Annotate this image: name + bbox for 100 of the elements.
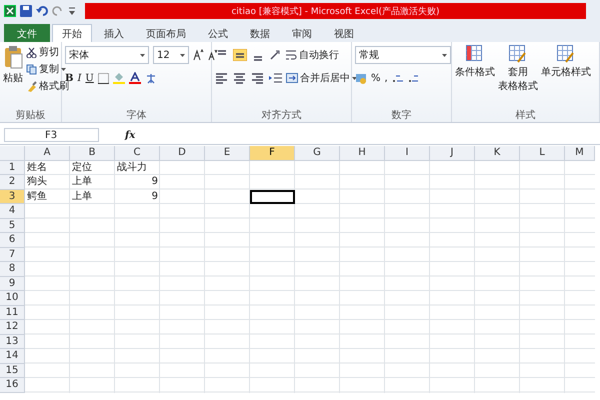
- font-size-field[interactable]: 12: [153, 46, 189, 64]
- ribbon-tab[interactable]: 插入: [94, 24, 134, 42]
- row-header[interactable]: 14: [0, 349, 25, 364]
- insert-function-button[interactable]: fx: [125, 130, 136, 140]
- customize-arrow-icon[interactable]: [68, 6, 76, 16]
- cell-styles-button[interactable]: 单元格样式: [541, 65, 591, 79]
- file-menu-tab[interactable]: 文件: [4, 24, 50, 42]
- ribbon-tab[interactable]: 数据: [240, 24, 280, 42]
- column-header[interactable]: L: [520, 146, 565, 160]
- name-box[interactable]: F3: [4, 128, 99, 142]
- row-header[interactable]: 8: [0, 262, 25, 276]
- column-header[interactable]: E: [205, 146, 250, 160]
- brush-icon[interactable]: [26, 80, 37, 92]
- group-label: 数字: [390, 108, 412, 122]
- table-cell-text: 上单: [71, 175, 93, 189]
- align-right-icon[interactable]: [251, 72, 265, 84]
- group-label: 对齐方式: [260, 108, 302, 122]
- column-header[interactable]: I: [385, 146, 430, 160]
- merge-center-button[interactable]: 合并后居中: [300, 71, 350, 85]
- row-header[interactable]: 12: [0, 320, 25, 334]
- row-header[interactable]: 10: [0, 291, 25, 306]
- row-header[interactable]: 16: [0, 378, 25, 392]
- orientation-icon[interactable]: [269, 49, 281, 61]
- spreadsheet-app-icon: [4, 5, 16, 17]
- row-header[interactable]: 6: [0, 233, 25, 248]
- row-header[interactable]: 11: [0, 306, 25, 320]
- dropdown-arrow-icon[interactable]: [61, 68, 66, 70]
- number-format-value: 常规: [359, 48, 379, 62]
- save-icon[interactable]: [20, 5, 32, 17]
- font-name-field[interactable]: 宋体: [65, 46, 149, 64]
- group-label: 字体: [126, 108, 148, 122]
- row-header[interactable]: 4: [0, 204, 25, 218]
- underline-button[interactable]: U: [85, 72, 94, 84]
- ribbon-tab[interactable]: 视图: [324, 24, 364, 42]
- borders-icon[interactable]: [98, 72, 109, 84]
- indent-icon[interactable]: [269, 72, 282, 84]
- window-title: citiao [兼容模式] - Microsoft Excel(产品激活失败): [85, 3, 586, 19]
- column-header[interactable]: G: [295, 146, 340, 160]
- ribbon-tab[interactable]: 开始: [52, 24, 92, 42]
- column-header[interactable]: M: [565, 146, 595, 160]
- dropdown-arrow-icon[interactable]: [442, 54, 447, 56]
- column-header[interactable]: H: [340, 146, 385, 160]
- table-cell-text: 鳄鱼: [26, 190, 48, 204]
- active-cell[interactable]: [250, 190, 295, 204]
- middle-align-icon[interactable]: [233, 49, 247, 61]
- row-header[interactable]: 7: [0, 248, 25, 262]
- column-header[interactable]: A: [25, 146, 70, 160]
- row-header[interactable]: 2: [0, 175, 25, 190]
- cut-button[interactable]: 剪切: [39, 45, 59, 59]
- grow-font-icon[interactable]: [193, 49, 204, 61]
- column-header[interactable]: C: [115, 146, 160, 160]
- dropdown-arrow-icon[interactable]: [352, 76, 357, 80]
- shrink-font-icon[interactable]: [208, 49, 218, 61]
- row-header[interactable]: 3: [0, 190, 25, 204]
- wrap-text-button[interactable]: 自动换行: [299, 48, 339, 62]
- copy-icon[interactable]: [26, 64, 37, 74]
- row-header[interactable]: 15: [0, 364, 25, 378]
- wrap-text-icon[interactable]: [285, 49, 297, 61]
- column-header[interactable]: J: [430, 146, 475, 160]
- font-name-value: 宋体: [69, 48, 89, 62]
- comma-button[interactable]: ,: [384, 72, 388, 84]
- table-cell-text: 姓名: [26, 160, 48, 174]
- table-cell-text: 9: [150, 190, 159, 204]
- undo-icon[interactable]: [36, 5, 48, 17]
- column-header[interactable]: B: [70, 146, 115, 160]
- format-as-table-button[interactable]: 套用 表格格式: [498, 65, 538, 93]
- column-header[interactable]: K: [475, 146, 520, 160]
- table-cell-text: 狗头: [26, 175, 48, 189]
- table-cell-text: 定位: [71, 160, 93, 174]
- column-header[interactable]: D: [160, 146, 205, 160]
- ribbon-tab[interactable]: 审阅: [282, 24, 322, 42]
- copy-button[interactable]: 复制: [39, 62, 59, 76]
- row-header[interactable]: 1: [0, 160, 25, 175]
- align-left-icon[interactable]: [215, 72, 229, 84]
- merge-cells-icon[interactable]: [286, 72, 298, 84]
- ribbon-tab[interactable]: 页面布局: [136, 24, 196, 42]
- column-header[interactable]: F: [250, 146, 295, 160]
- percent-button[interactable]: %: [371, 72, 381, 84]
- font-size-value: 12: [157, 50, 170, 60]
- number-format-field[interactable]: 常规: [355, 46, 451, 64]
- table-cell-text: 战斗力: [116, 160, 148, 174]
- conditional-format-icon[interactable]: [466, 45, 484, 63]
- group-label: 剪贴板: [14, 108, 46, 122]
- italic-button[interactable]: I: [77, 72, 82, 84]
- phonetic-icon[interactable]: [144, 72, 157, 84]
- font-color-icon[interactable]: [128, 72, 141, 84]
- row-header[interactable]: 9: [0, 276, 25, 291]
- cell-brush-icon[interactable]: [557, 45, 575, 63]
- scissors-icon[interactable]: [26, 46, 37, 58]
- align-center-icon[interactable]: [233, 72, 247, 84]
- table-cell-text: 9: [150, 175, 159, 189]
- dropdown-arrow-icon[interactable]: [140, 54, 145, 56]
- conditional-format-button[interactable]: 条件格式: [455, 65, 495, 79]
- paste-button[interactable]: 粘贴: [3, 71, 23, 85]
- ribbon-tab[interactable]: 公式: [198, 24, 238, 42]
- table-brush-icon[interactable]: [509, 45, 527, 63]
- name-box-value: F3: [45, 130, 58, 140]
- dropdown-arrow-icon[interactable]: [180, 54, 185, 56]
- row-header[interactable]: 5: [0, 218, 25, 233]
- row-header[interactable]: 13: [0, 334, 25, 349]
